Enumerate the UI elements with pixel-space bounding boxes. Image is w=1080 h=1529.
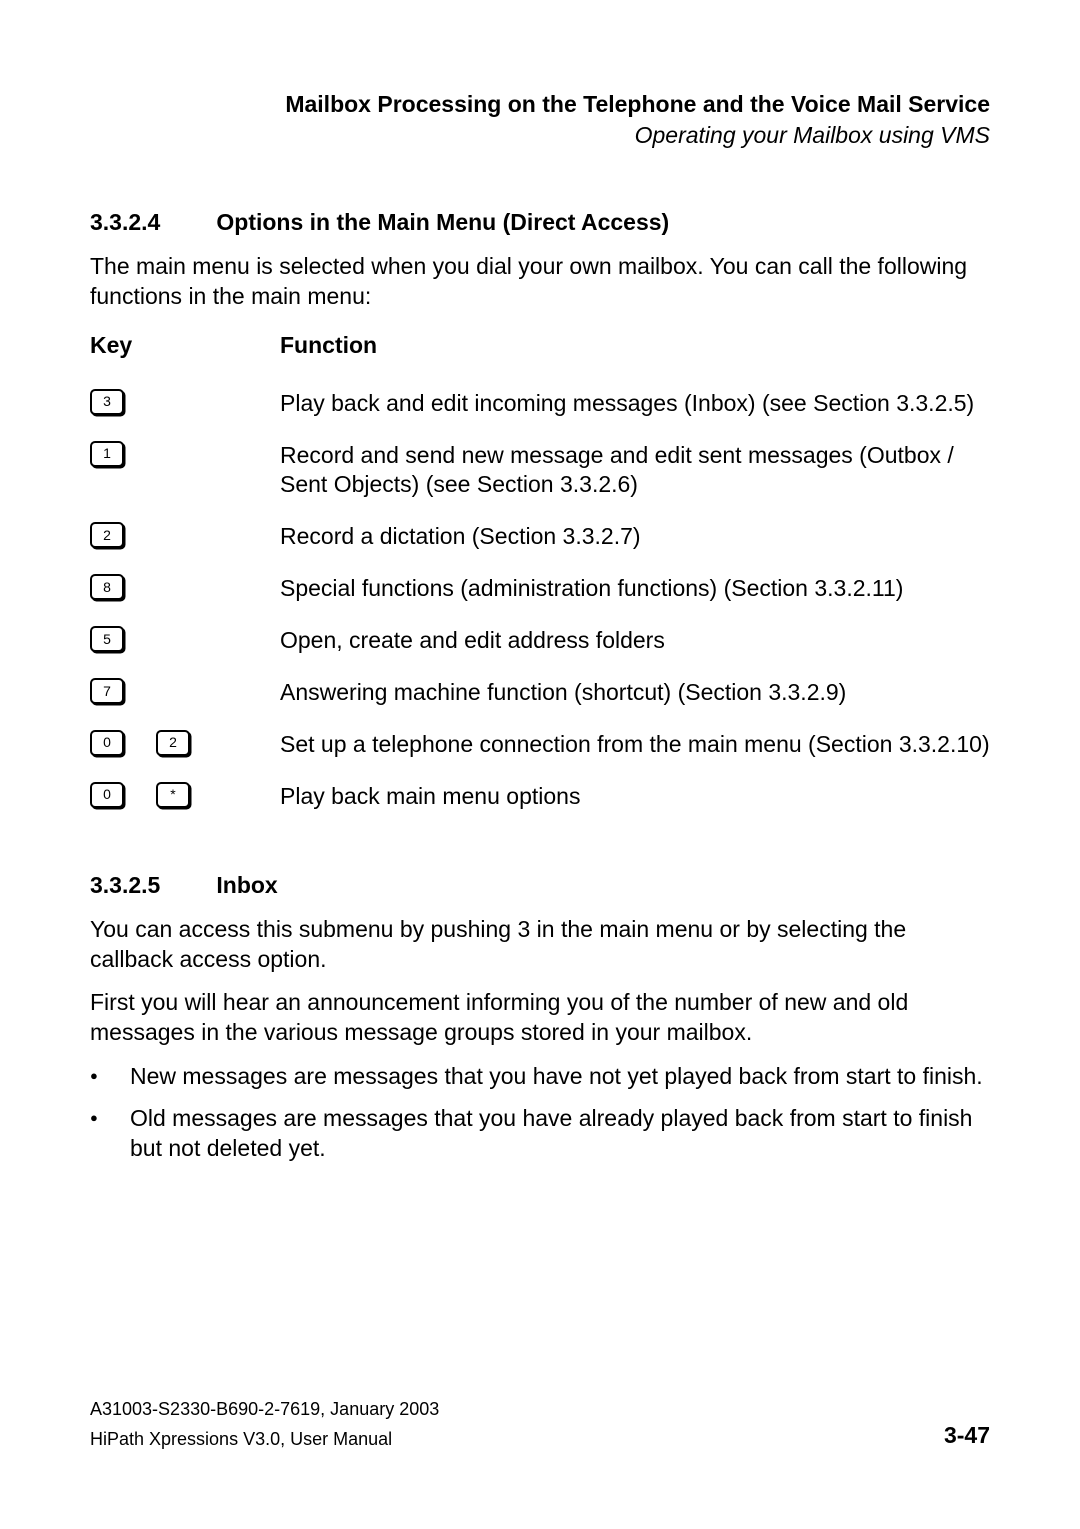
footer-doc-id: A31003-S2330-B690-2-7619, January 2003 bbox=[90, 1398, 990, 1421]
chapter-subtitle: Operating your Mailbox using VMS bbox=[90, 122, 990, 149]
function-cell: Record and send new message and edit sen… bbox=[280, 441, 990, 501]
keycap-icon: 2 bbox=[156, 730, 190, 756]
paragraph: You can access this submenu by pushing 3… bbox=[90, 915, 990, 975]
list-item: Old messages are messages that you have … bbox=[90, 1104, 990, 1164]
function-cell: Play back and edit incoming messages (In… bbox=[280, 389, 990, 419]
table-row: 1 Record and send new message and edit s… bbox=[90, 441, 990, 501]
page-footer: A31003-S2330-B690-2-7619, January 2003 H… bbox=[90, 1398, 990, 1451]
keycap-icon: 8 bbox=[90, 574, 124, 600]
section-3-3-2-4: 3.3.2.4 Options in the Main Menu (Direct… bbox=[90, 209, 990, 812]
section-heading: 3.3.2.5 Inbox bbox=[90, 872, 990, 899]
keycap-icon: 0 bbox=[90, 782, 124, 808]
bullet-list: New messages are messages that you have … bbox=[90, 1062, 990, 1164]
keycap-icon: 3 bbox=[90, 389, 124, 415]
function-cell: Answering machine function (shortcut) (S… bbox=[280, 678, 990, 708]
keycap-icon: 5 bbox=[90, 626, 124, 652]
section-title: Options in the Main Menu (Direct Access) bbox=[216, 209, 669, 235]
key-cell: 0 * bbox=[90, 782, 280, 808]
function-cell: Record a dictation (Section 3.3.2.7) bbox=[280, 522, 990, 552]
function-cell: Play back main menu options bbox=[280, 782, 990, 812]
section-3-3-2-5: 3.3.2.5 Inbox You can access this submen… bbox=[90, 872, 990, 1164]
keycap-icon: 7 bbox=[90, 678, 124, 704]
section-title: Inbox bbox=[216, 872, 277, 898]
key-cell: 3 bbox=[90, 389, 280, 415]
key-cell: 2 bbox=[90, 522, 280, 548]
column-header-function: Function bbox=[280, 332, 990, 359]
key-function-table: Key Function 3 Play back and edit incomi… bbox=[90, 332, 990, 812]
table-row: 5 Open, create and edit address folders bbox=[90, 626, 990, 656]
table-row: 2 Record a dictation (Section 3.3.2.7) bbox=[90, 522, 990, 552]
key-cell: 5 bbox=[90, 626, 280, 652]
paragraph: First you will hear an announcement info… bbox=[90, 988, 990, 1048]
chapter-title: Mailbox Processing on the Telephone and … bbox=[90, 90, 990, 120]
section-intro: The main menu is selected when you dial … bbox=[90, 252, 990, 312]
table-row: 3 Play back and edit incoming messages (… bbox=[90, 389, 990, 419]
column-header-key: Key bbox=[90, 332, 280, 359]
table-header: Key Function bbox=[90, 332, 990, 359]
keycap-icon: 1 bbox=[90, 441, 124, 467]
list-item: New messages are messages that you have … bbox=[90, 1062, 990, 1092]
keycap-icon: 2 bbox=[90, 522, 124, 548]
function-cell: Special functions (administration functi… bbox=[280, 574, 990, 604]
table-row: 0 2 Set up a telephone connection from t… bbox=[90, 730, 990, 760]
key-cell: 1 bbox=[90, 441, 280, 467]
section-number: 3.3.2.4 bbox=[90, 209, 210, 236]
key-cell: 8 bbox=[90, 574, 280, 600]
section-heading: 3.3.2.4 Options in the Main Menu (Direct… bbox=[90, 209, 990, 236]
document-page: Mailbox Processing on the Telephone and … bbox=[0, 0, 1080, 1529]
table-row: 0 * Play back main menu options bbox=[90, 782, 990, 812]
function-cell: Set up a telephone connection from the m… bbox=[280, 730, 990, 760]
table-row: 8 Special functions (administration func… bbox=[90, 574, 990, 604]
page-number: 3-47 bbox=[944, 1421, 990, 1451]
keycap-icon: 0 bbox=[90, 730, 124, 756]
key-cell: 7 bbox=[90, 678, 280, 704]
table-row: 7 Answering machine function (shortcut) … bbox=[90, 678, 990, 708]
function-cell: Open, create and edit address folders bbox=[280, 626, 990, 656]
key-cell: 0 2 bbox=[90, 730, 280, 756]
footer-product: HiPath Xpressions V3.0, User Manual bbox=[90, 1428, 944, 1451]
keycap-icon: * bbox=[156, 782, 190, 808]
section-number: 3.3.2.5 bbox=[90, 872, 210, 899]
